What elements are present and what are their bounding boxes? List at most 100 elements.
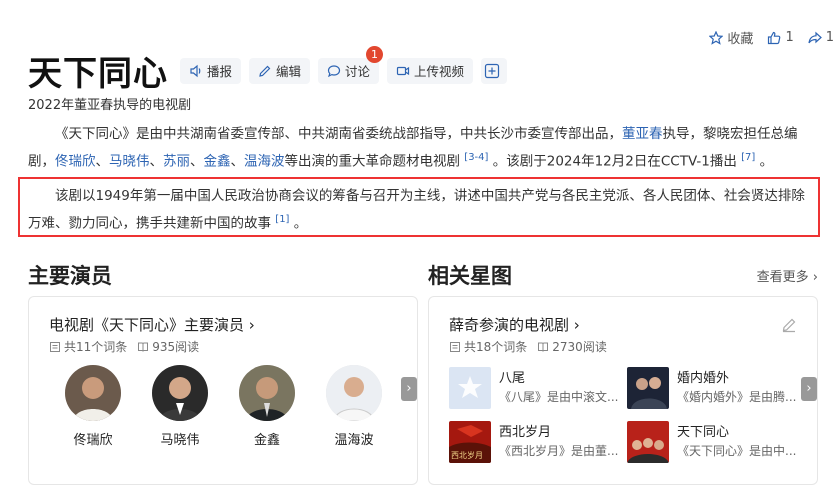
reference-link[interactable]: [1] [275, 214, 289, 225]
actor-link[interactable]: 佟瑞欣 [55, 154, 96, 170]
entries-count: 共11个词条 [49, 338, 127, 355]
view-more-link[interactable]: 查看更多 › [757, 266, 818, 285]
intro-text-1: 《天下同心》是由中共湖南省委宣传部、中共湖南省委统战部指导，中共长沙市委宣传部出… [55, 126, 622, 142]
cast-card-meta: 共11个词条 935阅读 [49, 338, 209, 355]
drama-thumbnail: 西北岁月 [449, 421, 491, 463]
drama-thumbnail [627, 421, 669, 463]
report-button[interactable]: 播报 [180, 57, 242, 84]
actor-avatar [239, 365, 295, 421]
drama-item[interactable]: 西北岁月 西北岁月 《西北岁月》是由董... [449, 421, 619, 463]
discuss-badge: 1 [366, 45, 384, 63]
discuss-label: 讨论 [345, 64, 371, 79]
separator: 、 [190, 153, 204, 170]
actor-item[interactable]: 温海波 [324, 365, 384, 448]
chat-bubble-icon [327, 64, 341, 77]
drama-item[interactable]: 八尾 《八尾》是由中滚文... [449, 367, 619, 409]
director-link[interactable]: 董亚春 [622, 126, 663, 142]
edit-label: 编辑 [276, 64, 302, 79]
plus-icon [484, 63, 500, 78]
page-title: 天下同心 [28, 54, 168, 94]
collect-button[interactable]: 收藏 [709, 28, 753, 47]
drama-thumbnail [449, 367, 491, 409]
book-icon [138, 342, 149, 352]
drama-name: 西北岁月 [499, 425, 552, 440]
add-button[interactable] [481, 57, 508, 84]
cast-section-title: 主要演员 [28, 264, 112, 288]
reads-text: 935阅读 [152, 340, 200, 354]
actor-link[interactable]: 苏丽 [163, 154, 190, 170]
entries-count: 共18个词条 [449, 338, 527, 355]
share-icon [808, 31, 822, 43]
plot-text-1: 该剧以1949年第一届中国人民政治协商会议的筹备与召开为主线，讲述中国共产党与各… [28, 188, 805, 232]
drama-desc: 《八尾》是由中滚文... [499, 390, 619, 404]
upload-label: 上传视频 [414, 64, 465, 79]
like-button[interactable]: 1 [767, 30, 794, 45]
document-icon [50, 341, 60, 352]
entries-text: 共18个词条 [464, 340, 528, 354]
cast-card-title[interactable]: 电视剧《天下同心》主要演员 › [49, 314, 255, 335]
reads-count: 2730阅读 [537, 338, 607, 355]
edit-button[interactable]: 编辑 [249, 57, 311, 84]
actor-name: 佟瑞欣 [73, 433, 113, 448]
drama-desc: 《西北岁月》是由董... [499, 444, 619, 458]
document-icon [450, 341, 460, 352]
drama-name: 天下同心 [677, 425, 730, 440]
drama-item[interactable]: 婚内婚外 《婚内婚外》是由腾... [627, 367, 797, 409]
related-card-title[interactable]: 薛奇参演的电视剧 › [449, 314, 580, 335]
book-icon [538, 342, 549, 352]
drama-name: 八尾 [499, 371, 526, 386]
actor-avatar [326, 365, 382, 421]
discuss-button[interactable]: 讨论 1 [318, 45, 384, 84]
reference-link[interactable]: [7] [741, 152, 755, 163]
title-row: 天下同心 播报 编辑 讨论 1 上传视频 [28, 45, 515, 95]
top-actions: 收藏 1 1 [695, 28, 834, 47]
report-label: 播报 [207, 64, 233, 79]
actor-name: 金鑫 [253, 433, 280, 448]
thumbnail-caption: 西北岁月 [451, 451, 483, 460]
actor-link[interactable]: 马晓伟 [109, 154, 150, 170]
share-button[interactable]: 1 [808, 30, 834, 45]
video-icon [396, 66, 410, 75]
actor-link[interactable]: 金鑫 [204, 154, 231, 170]
related-card: 薛奇参演的电视剧 › 共18个词条 2730阅读 八尾 《八尾》是由中滚文...… [428, 296, 818, 485]
actor-avatar [152, 365, 208, 421]
reads-count: 935阅读 [137, 338, 199, 355]
related-card-meta: 共18个词条 2730阅读 [449, 338, 617, 355]
actor-item[interactable]: 金鑫 [237, 365, 297, 448]
related-next-button[interactable]: › [801, 377, 817, 401]
actor-avatar [65, 365, 121, 421]
actor-name: 温海波 [334, 433, 374, 448]
actor-link[interactable]: 温海波 [244, 154, 285, 170]
intro-paragraph: 《天下同心》是由中共湖南省委宣传部、中共湖南省委统战部指导，中共长沙市委宣传部出… [28, 122, 818, 174]
actor-item[interactable]: 佟瑞欣 [63, 365, 123, 448]
drama-item[interactable]: 天下同心 《天下同心》是由中... [627, 421, 797, 463]
pencil-icon[interactable] [781, 317, 797, 333]
collect-label: 收藏 [727, 32, 754, 47]
separator: 、 [149, 153, 164, 170]
separator: 、 [95, 153, 110, 170]
separator: 、 [230, 153, 245, 170]
reads-text: 2730阅读 [552, 340, 607, 354]
upload-video-button[interactable]: 上传视频 [387, 57, 474, 84]
reference-link[interactable]: [3-4] [464, 152, 488, 163]
intro-text-4: 。该剧于2024年12月2日在CCTV-1播出 [488, 153, 742, 170]
pencil-icon [259, 65, 271, 77]
share-count: 1 [825, 30, 834, 45]
actor-name: 马晓伟 [160, 433, 200, 448]
plot-paragraph: 该剧以1949年第一届中国人民政治协商会议的筹备与召开为主线，讲述中国共产党与各… [28, 184, 818, 236]
actor-item[interactable]: 马晓伟 [150, 365, 210, 448]
page-subtitle: 2022年董亚春执导的电视剧 [28, 98, 192, 113]
entries-text: 共11个词条 [64, 340, 128, 354]
drama-thumbnail [627, 367, 669, 409]
like-count: 1 [785, 30, 794, 45]
related-section-title: 相关星图 [428, 264, 512, 288]
drama-desc: 《婚内婚外》是由腾... [677, 390, 797, 404]
cast-next-button[interactable]: › [401, 377, 417, 401]
plot-text-2: 。 [289, 215, 308, 232]
intro-text-3: 等出演的重大革命题材电视剧 [284, 153, 465, 170]
drama-desc: 《天下同心》是由中... [677, 444, 797, 458]
drama-name: 婚内婚外 [677, 371, 730, 386]
thumbs-up-icon [768, 31, 781, 44]
cast-card: 电视剧《天下同心》主要演员 › 共11个词条 935阅读 佟瑞欣 马晓伟 金鑫 … [28, 296, 418, 485]
intro-text-5: 。 [755, 153, 774, 170]
